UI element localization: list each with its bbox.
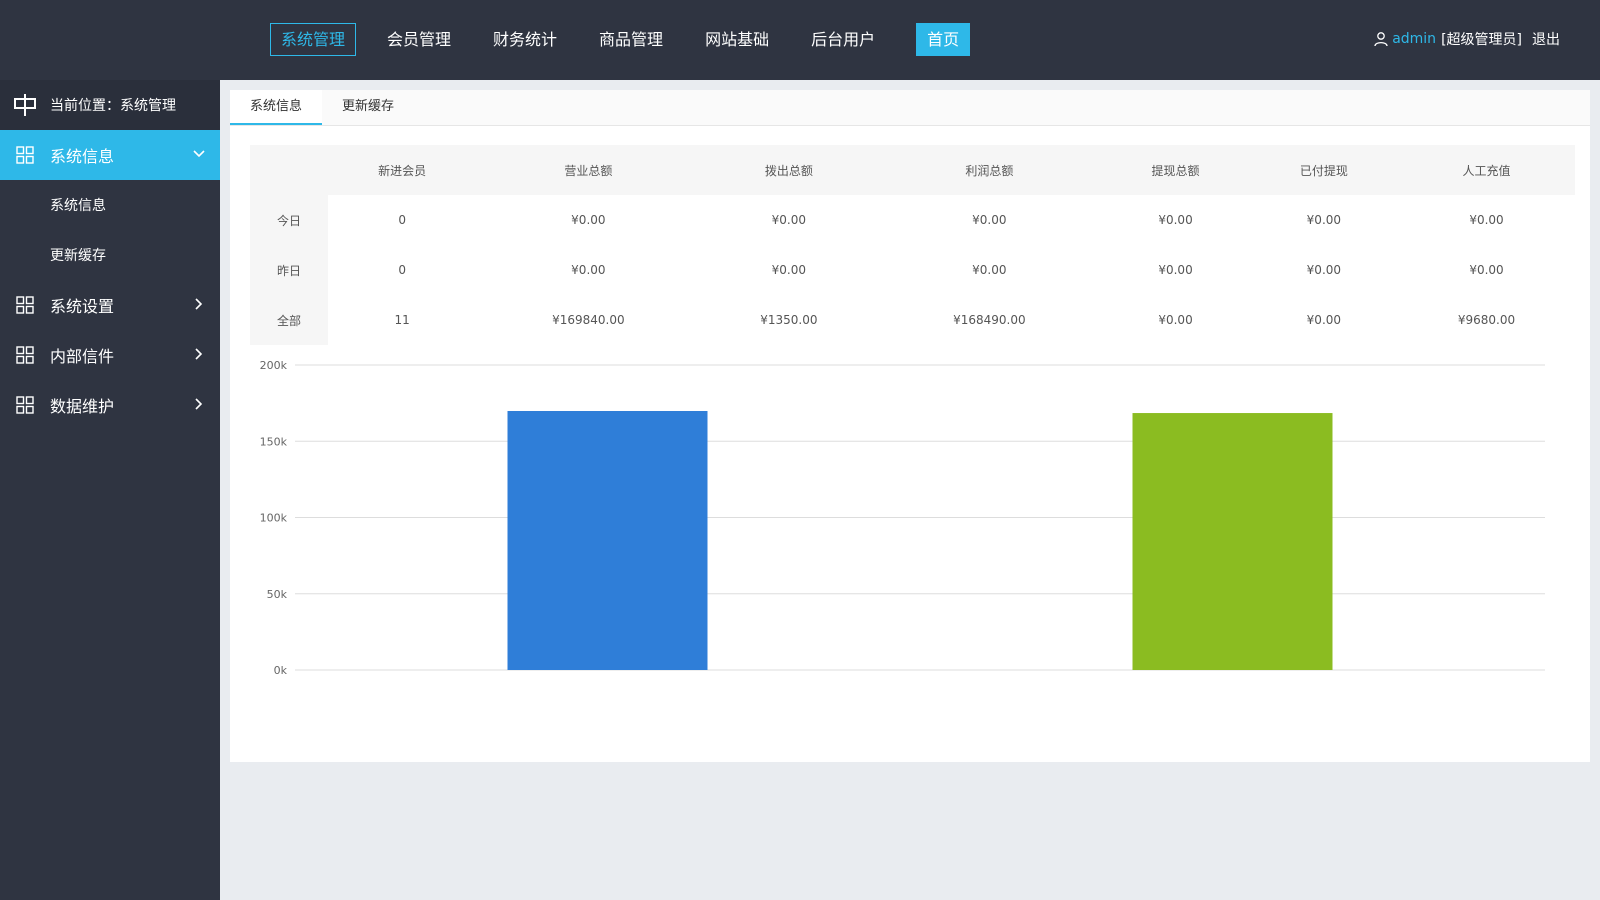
row-header: 昨日	[250, 245, 328, 295]
table-cell: ¥0.00	[972, 213, 1007, 227]
main-panel: 系统信息 更新缓存 新进会员 营业总额 拨出总额 利润总额 提现总额 已付提现 …	[230, 90, 1590, 762]
column-header: 新进会员	[328, 145, 477, 195]
nav-backend-users[interactable]: 后台用户	[800, 23, 886, 56]
table-cell: ¥0.00	[1469, 263, 1504, 277]
y-tick-label: 50k	[267, 588, 288, 601]
table-cell: 11	[394, 313, 410, 327]
grid-icon	[16, 396, 34, 414]
table-row: 全部 11 ¥169840.00 ¥1350.00 ¥168490.00 ¥0.…	[250, 295, 1575, 345]
table-cell: ¥0.00	[571, 263, 606, 277]
tab-system-info[interactable]: 系统信息	[230, 90, 323, 125]
table-cell: ¥0.00	[1158, 313, 1193, 327]
chevron-right-icon	[195, 348, 203, 360]
column-header: 营业总额	[476, 145, 701, 195]
nav-finance-statistics[interactable]: 财务统计	[482, 23, 568, 56]
y-tick-label: 200k	[260, 359, 288, 372]
bar-chart: 0k 50k 100k 150k 200k	[260, 359, 1545, 677]
sidebar-item-label: 数据维护	[50, 397, 115, 416]
column-header: 利润总额	[877, 145, 1102, 195]
chevron-down-icon	[193, 150, 205, 158]
y-tick-label: 0k	[274, 664, 288, 677]
user-icon	[1374, 32, 1388, 47]
breadcrumb: 当前位置：系统管理	[0, 80, 220, 130]
bar	[1132, 413, 1333, 670]
nav-system-management[interactable]: 系统管理	[270, 23, 357, 56]
table-cell: ¥0.00	[1306, 213, 1342, 227]
column-header	[250, 145, 328, 195]
table-cell: ¥0.00	[1158, 263, 1193, 277]
logout-link[interactable]: 退出	[1532, 29, 1560, 49]
y-tick-label: 100k	[260, 512, 288, 525]
sidebar-item-data-maintenance[interactable]: 数据维护	[0, 380, 220, 430]
column-header: 人工充值	[1398, 145, 1575, 195]
nav-member-management[interactable]: 会员管理	[376, 23, 462, 56]
sidebar-subitem-system-info[interactable]: 系统信息	[0, 180, 220, 230]
nav-home[interactable]: 首页	[916, 23, 971, 56]
grid-icon	[16, 346, 34, 364]
table-cell: ¥168490.00	[953, 313, 1026, 327]
sidebar: 当前位置：系统管理 系统信息 系统信息 更新缓存 系统设置 内部信件 数据维护	[0, 80, 220, 900]
column-header: 提现总额	[1101, 145, 1250, 195]
sidebar-item-label: 系统信息	[50, 147, 115, 166]
table-cell: ¥0.00	[771, 213, 807, 227]
table-cell: ¥0.00	[771, 263, 807, 277]
y-tick-label: 150k	[260, 435, 288, 448]
row-header: 今日	[250, 195, 328, 245]
table-cell: ¥0.00	[1306, 313, 1342, 327]
column-header: 已付提现	[1249, 145, 1399, 195]
table-cell: ¥169840.00	[552, 313, 625, 327]
sidebar-item-system-settings[interactable]: 系统设置	[0, 280, 220, 330]
sidebar-item-label: 系统设置	[50, 297, 115, 316]
table-cell: ¥0.00	[571, 213, 606, 227]
stats-table: 新进会员 营业总额 拨出总额 利润总额 提现总额 已付提现 人工充值 今日 0 …	[250, 145, 1575, 345]
table-row: 昨日 0 ¥0.00 ¥0.00 ¥0.00 ¥0.00 ¥0.00 ¥0.00	[250, 245, 1575, 295]
sidebar-subitem-update-cache[interactable]: 更新缓存	[0, 230, 220, 280]
user-role: [超级管理员]	[1441, 32, 1522, 48]
bar	[507, 410, 708, 670]
chevron-right-icon	[195, 298, 203, 310]
table-cell: 0	[398, 263, 406, 277]
table-header-row: 新进会员 营业总额 拨出总额 利润总额 提现总额 已付提现 人工充值	[250, 145, 1575, 195]
sidebar-item-internal-mail[interactable]: 内部信件	[0, 330, 220, 380]
username[interactable]: admin	[1392, 31, 1436, 47]
chevron-right-icon	[195, 398, 203, 410]
top-nav: 系统管理 会员管理 财务统计 商品管理 网站基础 后台用户 首页	[270, 23, 990, 56]
table-cell: ¥9680.00	[1457, 313, 1516, 327]
grid-icon	[16, 296, 34, 314]
location-icon	[14, 94, 36, 116]
row-header: 全部	[250, 295, 328, 345]
tab-bar: 系统信息 更新缓存	[230, 90, 1590, 126]
table-cell: ¥0.00	[1469, 213, 1504, 227]
sidebar-item-system-info[interactable]: 系统信息	[0, 130, 220, 180]
grid-icon	[16, 146, 34, 164]
table-cell: ¥1350.00	[760, 313, 818, 327]
table-row: 今日 0 ¥0.00 ¥0.00 ¥0.00 ¥0.00 ¥0.00 ¥0.00	[250, 195, 1575, 245]
nav-site-basics[interactable]: 网站基础	[694, 23, 780, 56]
table-cell: 0	[398, 213, 406, 227]
column-header: 拨出总额	[700, 145, 878, 195]
table-cell: ¥0.00	[1158, 213, 1193, 227]
table-cell: ¥0.00	[972, 263, 1007, 277]
nav-product-management[interactable]: 商品管理	[588, 23, 674, 56]
current-location-text: 当前位置：系统管理	[50, 98, 176, 114]
top-bar: 系统管理 会员管理 财务统计 商品管理 网站基础 后台用户 首页 admin […	[0, 0, 1600, 80]
table-cell: ¥0.00	[1306, 263, 1342, 277]
user-box: admin [超级管理员] 退出	[1373, 29, 1560, 49]
sidebar-item-label: 内部信件	[50, 347, 115, 366]
tab-update-cache[interactable]: 更新缓存	[322, 90, 414, 125]
